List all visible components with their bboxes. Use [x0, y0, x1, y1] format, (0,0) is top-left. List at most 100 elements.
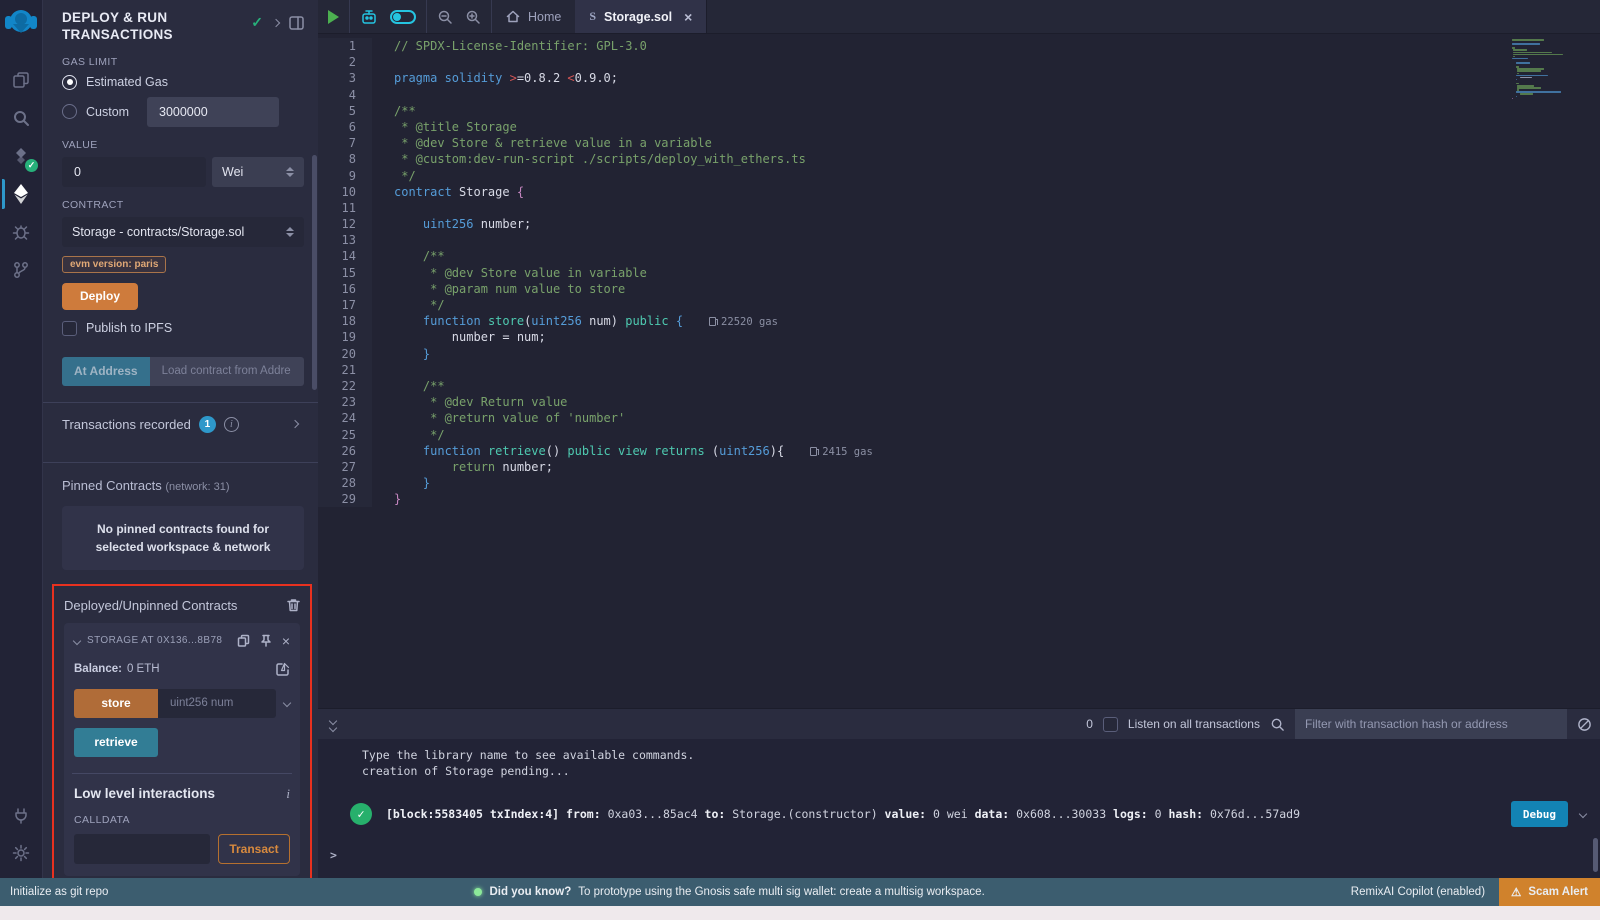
- transaction-log-row[interactable]: ✓ [block:5583405 txIndex:4] from: 0xa03.…: [350, 801, 1600, 827]
- remixai-robot-icon[interactable]: [360, 9, 378, 25]
- tab-storage-sol[interactable]: S Storage.sol ×: [575, 0, 707, 33]
- terminal-prompt[interactable]: >: [330, 848, 337, 862]
- minimap[interactable]: [1512, 39, 1590, 100]
- solidity-compiler-icon[interactable]: ✓: [2, 137, 40, 175]
- custom-gas-option[interactable]: Custom: [62, 97, 304, 127]
- code-line: 12 uint256 number;: [318, 216, 1600, 232]
- code-line: 21: [318, 362, 1600, 378]
- compiled-check-icon: ✓: [251, 14, 263, 31]
- terminal-filter-input[interactable]: [1295, 709, 1567, 739]
- debugger-icon[interactable]: [2, 213, 40, 251]
- pin-contract-icon[interactable]: [260, 634, 272, 647]
- code-line: 29}: [318, 491, 1600, 507]
- expand-tx-icon[interactable]: [1579, 810, 1587, 818]
- store-arg-input[interactable]: [158, 689, 276, 718]
- custom-gas-radio[interactable]: [62, 104, 77, 119]
- zoom-in-icon[interactable]: [465, 9, 481, 25]
- git-init-status[interactable]: Initialize as git repo: [10, 886, 108, 898]
- edit-balance-icon[interactable]: [276, 662, 290, 676]
- collapse-panel-icon[interactable]: [272, 18, 280, 26]
- low-level-label: Low level interactions: [74, 786, 215, 801]
- code-line: 6 * @title Storage: [318, 119, 1600, 135]
- settings-gear-icon[interactable]: [2, 834, 40, 872]
- at-address-button[interactable]: At Address: [62, 357, 150, 386]
- pending-tx-count: 0: [1086, 717, 1093, 731]
- tab-home[interactable]: Home: [492, 0, 575, 33]
- code-line: 17 */: [318, 297, 1600, 313]
- evm-version-badge: evm version: paris: [62, 256, 166, 273]
- custom-gas-input[interactable]: [147, 97, 279, 127]
- code-editor[interactable]: 1// SPDX-License-Identifier: GPL-3.023pr…: [318, 34, 1600, 708]
- deploy-button[interactable]: Deploy: [62, 283, 138, 310]
- debug-button[interactable]: Debug: [1511, 801, 1568, 827]
- listen-all-label: Listen on all transactions: [1128, 717, 1260, 731]
- terminal-body[interactable]: Type the library name to see available c…: [318, 739, 1600, 878]
- terminal-scrollbar[interactable]: [1593, 838, 1598, 872]
- code-line: 24 * @return value of 'number': [318, 410, 1600, 426]
- close-tab-icon[interactable]: ×: [684, 9, 692, 25]
- remix-logo-icon[interactable]: [5, 7, 37, 39]
- git-icon[interactable]: [2, 251, 40, 289]
- estimated-gas-option[interactable]: Estimated Gas: [62, 75, 304, 90]
- low-level-info-icon[interactable]: i: [286, 786, 290, 802]
- gas-limit-label: GAS LIMIT: [62, 56, 304, 68]
- collapse-terminal-icon[interactable]: [330, 718, 336, 731]
- code-line: 26 function retrieve() public view retur…: [318, 443, 1600, 459]
- terminal-bar: 0 Listen on all transactions: [318, 709, 1600, 739]
- value-label: VALUE: [62, 139, 304, 151]
- panel-scrollbar[interactable]: [312, 155, 317, 390]
- code-lines: 1// SPDX-License-Identifier: GPL-3.023pr…: [318, 38, 1600, 507]
- code-line: 7 * @dev Store & retrieve value in a var…: [318, 135, 1600, 151]
- terminal-line: Type the library name to see available c…: [362, 747, 1600, 763]
- contract-instance-label: STORAGE AT 0X136...8B78: [87, 635, 222, 646]
- calldata-input[interactable]: [74, 834, 210, 864]
- code-line: 25 */: [318, 427, 1600, 443]
- remix-app: ✓ DEPLOY & RUN TRANSACTIONS ✓ GAS: [0, 0, 1600, 878]
- expand-store-icon[interactable]: [283, 699, 291, 707]
- value-unit-select[interactable]: Wei: [212, 157, 304, 187]
- code-line: 27 return number;: [318, 459, 1600, 475]
- at-address-input[interactable]: [150, 357, 304, 386]
- transact-button[interactable]: Transact: [218, 834, 290, 864]
- code-line: 22 /**: [318, 378, 1600, 394]
- code-line: 4: [318, 87, 1600, 103]
- transactions-info-icon[interactable]: i: [224, 417, 239, 432]
- trash-icon[interactable]: [287, 598, 300, 612]
- code-line: 10contract Storage {: [318, 184, 1600, 200]
- did-you-know-label: Did you know?: [489, 886, 571, 898]
- retrieve-function-button[interactable]: retrieve: [74, 728, 158, 757]
- plugin-manager-icon[interactable]: [2, 796, 40, 834]
- status-bar: Initialize as git repo Did you know? To …: [0, 878, 1600, 906]
- transactions-expand-icon[interactable]: [291, 420, 299, 428]
- code-line: 3pragma solidity >=0.8.2 <0.9.0;: [318, 70, 1600, 86]
- balance-value: 0 ETH: [127, 663, 160, 675]
- did-you-know-text: To prototype using the Gnosis safe multi…: [578, 886, 985, 898]
- pin-panel-icon[interactable]: [289, 16, 304, 30]
- estimated-gas-radio[interactable]: [62, 75, 77, 90]
- listen-all-checkbox[interactable]: [1103, 717, 1118, 732]
- remove-contract-icon[interactable]: ×: [282, 633, 290, 649]
- run-script-icon[interactable]: [328, 10, 339, 24]
- value-input[interactable]: [62, 157, 206, 187]
- clear-console-icon[interactable]: [1577, 717, 1592, 732]
- code-line: 19 number = num;: [318, 329, 1600, 345]
- scam-alert-button[interactable]: ⚠ Scam Alert: [1499, 878, 1600, 906]
- copy-address-icon[interactable]: [237, 634, 250, 647]
- deploy-run-icon[interactable]: [2, 175, 40, 213]
- store-function-button[interactable]: store: [74, 689, 158, 718]
- contract-select[interactable]: Storage - contracts/Storage.sol: [62, 217, 304, 247]
- search-icon[interactable]: [2, 99, 40, 137]
- home-icon: [506, 10, 520, 23]
- code-line: 23 * @dev Return value: [318, 394, 1600, 410]
- file-explorer-icon[interactable]: [2, 61, 40, 99]
- terminal: 0 Listen on all transactions Type the li…: [318, 708, 1600, 878]
- publish-ipfs-checkbox[interactable]: [62, 321, 77, 336]
- copilot-toggle[interactable]: [390, 10, 416, 24]
- publish-ipfs-option[interactable]: Publish to IPFS: [62, 321, 304, 336]
- copilot-status[interactable]: RemixAI Copilot (enabled): [1351, 886, 1485, 898]
- code-line: 8 * @custom:dev-run-script ./scripts/dep…: [318, 151, 1600, 167]
- editor-toolbar: Home S Storage.sol ×: [318, 0, 1600, 34]
- contract-collapse-icon[interactable]: [73, 637, 81, 645]
- code-line: 14 /**: [318, 248, 1600, 264]
- zoom-out-icon[interactable]: [437, 9, 453, 25]
